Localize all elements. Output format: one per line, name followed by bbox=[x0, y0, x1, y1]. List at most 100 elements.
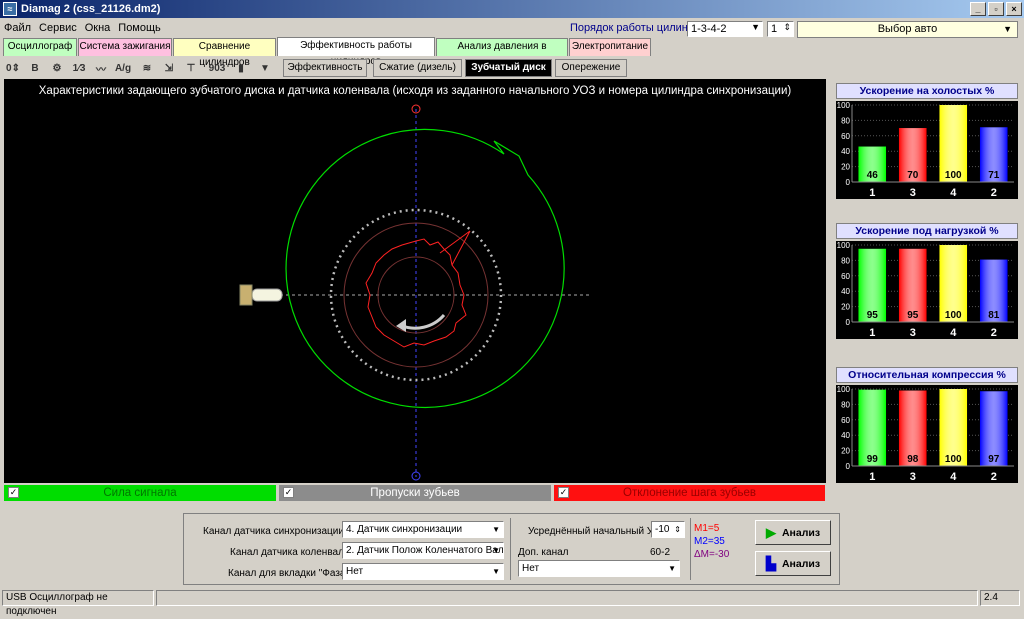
checkbox-missing-teeth[interactable]: ✓ bbox=[283, 487, 294, 498]
x-tick-label: 3 bbox=[910, 187, 916, 199]
scope-area[interactable]: Характеристики задающего зубчатого диска… bbox=[4, 79, 826, 483]
divider bbox=[690, 518, 691, 580]
side-chart-load: Ускорение под нагрузкой % 0 20 40 60 80 100 95… bbox=[834, 221, 1020, 355]
tab-oscilloscope[interactable]: Осциллограф bbox=[3, 38, 77, 56]
tab-cylinder-efficiency[interactable]: Эффективность работы цилиндров bbox=[277, 37, 435, 67]
subtab-advance[interactable]: Опережение bbox=[555, 59, 627, 77]
app-icon: ≈ bbox=[3, 2, 17, 16]
x-tick-label: 4 bbox=[950, 327, 957, 339]
crank-channel-select[interactable]: 2. Датчик Полож Коленчатого Вал ▼ bbox=[342, 542, 504, 559]
bar-value-label: 97 bbox=[988, 454, 1000, 465]
chevron-down-icon: ▼ bbox=[1003, 24, 1012, 34]
y-tick-label: 40 bbox=[841, 431, 850, 440]
analyze-chart-button[interactable]: ▙ Анализ bbox=[755, 551, 831, 576]
checkbox-tooth-deviation[interactable]: ✓ bbox=[558, 487, 569, 498]
minimize-button[interactable]: _ bbox=[970, 2, 986, 16]
tab-pressure-analysis[interactable]: Анализ давления в цилиндре bbox=[436, 38, 568, 68]
signal-icon[interactable]: ≋ bbox=[138, 59, 156, 77]
menu-help[interactable]: Помощь bbox=[118, 22, 161, 34]
legend-missing-teeth[interactable]: ✓ Пропуски зубьев bbox=[279, 485, 551, 501]
close-button[interactable]: × bbox=[1006, 2, 1022, 16]
y-tick-label: 80 bbox=[841, 400, 850, 409]
fraction-icon[interactable]: A/g bbox=[114, 59, 132, 77]
menu-windows[interactable]: Окна bbox=[85, 22, 111, 34]
y-tick-label: 80 bbox=[841, 256, 850, 265]
x-tick-label: 3 bbox=[910, 327, 916, 339]
filter-icon[interactable]: ▼ bbox=[256, 59, 274, 77]
phase-channel-label: Канал для вкладки "Фаза" bbox=[228, 568, 350, 579]
y-tick-label: 100 bbox=[837, 241, 851, 250]
bar-value-label: 98 bbox=[907, 454, 919, 465]
cylinder-order-value: 1-3-4-2 bbox=[691, 23, 727, 35]
sync-channel-label: Канал датчика синхронизации bbox=[203, 526, 344, 537]
y-tick-label: 100 bbox=[837, 101, 851, 110]
subtab-compression[interactable]: Сжатие (дизель) bbox=[373, 59, 462, 77]
zoom-icon[interactable]: 0⇕ bbox=[4, 59, 22, 77]
sync-channel-value: 4. Датчик синхронизации bbox=[346, 524, 463, 535]
sensor-body bbox=[251, 288, 283, 302]
car-select[interactable]: Выбор авто ▼ bbox=[797, 21, 1018, 38]
m1-value: M1=5 bbox=[694, 523, 720, 534]
sync-channel-select[interactable]: 4. Датчик синхронизации ▼ bbox=[342, 521, 504, 538]
bar-value-label: 99 bbox=[867, 454, 879, 465]
status-spacer bbox=[156, 590, 978, 606]
analyze-button[interactable]: ▶ Анализ bbox=[755, 520, 831, 545]
extra-channel-label: Доп. канал bbox=[518, 547, 569, 558]
spinner-icon: ⇕ bbox=[783, 22, 791, 32]
side-chart-title: Ускорение на холостых % bbox=[836, 83, 1018, 99]
tab-cylinder-compare[interactable]: Сравнение цилиндров bbox=[173, 38, 276, 68]
bar-value-label: 95 bbox=[907, 310, 919, 321]
subtab-efficiency[interactable]: Эффективность bbox=[283, 59, 367, 77]
cylinder-order-select[interactable]: 1-3-4-2 ▼ bbox=[687, 21, 763, 37]
divider bbox=[510, 518, 511, 580]
checkbox-signal-strength[interactable]: ✓ bbox=[8, 487, 19, 498]
tab-power-supply[interactable]: Электропитание bbox=[569, 38, 651, 56]
settings-panel: Канал датчика синхронизации 4. Датчик си… bbox=[183, 513, 840, 585]
cylinder-number-spinner[interactable]: 1 ⇕ bbox=[767, 21, 794, 37]
chevron-down-icon: ▼ bbox=[751, 22, 760, 32]
table-icon[interactable]: 1⁄3 bbox=[70, 59, 88, 77]
maximize-button[interactable]: ▫ bbox=[988, 2, 1004, 16]
marker-icon[interactable]: ⊤ bbox=[182, 59, 200, 77]
legend-tooth-deviation[interactable]: ✓ Отклонение шага зубьев bbox=[554, 485, 825, 501]
extra-channel-info: 60-2 bbox=[650, 547, 671, 558]
x-tick-label: 2 bbox=[991, 471, 997, 483]
bold-b-icon[interactable]: B bbox=[26, 59, 44, 77]
play-icon: ▶ bbox=[765, 524, 776, 540]
menu-service[interactable]: Сервис bbox=[39, 22, 77, 34]
y-tick-label: 60 bbox=[841, 272, 850, 281]
car-select-label: Выбор авто bbox=[877, 23, 938, 35]
menu-file[interactable]: Файл bbox=[4, 22, 31, 34]
counter-icon[interactable]: 903 bbox=[208, 59, 226, 77]
uoz-value: -10 bbox=[655, 524, 670, 535]
version-label: 2.4 bbox=[980, 590, 1020, 606]
bar-value-label: 95 bbox=[867, 310, 879, 321]
y-tick-label: 80 bbox=[841, 116, 850, 125]
toolbar: 0⇕ B ⚙ 1⁄3 〰 A/g ≋ ⇲ ⊤ 903 ▮ ▼ bbox=[0, 58, 280, 78]
sensor-nut bbox=[239, 284, 253, 306]
subtab-toothed-disk[interactable]: Зубчатый диск bbox=[465, 59, 552, 77]
scale-icon[interactable]: ⇲ bbox=[160, 59, 178, 77]
chevron-down-icon: ▼ bbox=[492, 546, 500, 555]
bar-chart-icon[interactable]: ▮ bbox=[232, 59, 250, 77]
window-titlebar[interactable]: ≈ Diamag 2 (css_21126.dm2) _ ▫ × bbox=[0, 0, 1024, 18]
y-tick-label: 20 bbox=[841, 447, 850, 456]
compression-chart: 0 20 40 60 80 100 99 1 98 3 100 4 97 2 bbox=[836, 385, 1018, 483]
crank-channel-label: Канал датчика коленвала bbox=[230, 547, 350, 558]
uoz-label: Усреднённый начальный УОЗ bbox=[528, 526, 667, 537]
x-tick-label: 1 bbox=[869, 187, 875, 199]
extra-channel-select[interactable]: Нет ▼ bbox=[518, 560, 680, 577]
y-tick-label: 60 bbox=[841, 416, 850, 425]
phase-channel-select[interactable]: Нет ▼ bbox=[342, 563, 504, 580]
wave-icon[interactable]: 〰 bbox=[92, 59, 110, 77]
bar-value-label: 70 bbox=[907, 170, 919, 181]
chevron-down-icon: ▼ bbox=[492, 525, 500, 534]
legend-signal-strength[interactable]: ✓ Сила сигнала bbox=[4, 485, 276, 501]
status-bar: USB Осциллограф не подключен 2.4 bbox=[0, 589, 1024, 617]
load-accel-chart: 0 20 40 60 80 100 95 1 95 3 100 4 81 2 bbox=[836, 241, 1018, 339]
bar-chart-icon: ▙ bbox=[765, 555, 776, 571]
rpm-icon[interactable]: ⚙ bbox=[48, 59, 66, 77]
tab-ignition[interactable]: Система зажигания bbox=[78, 38, 172, 56]
bar-value-label: 46 bbox=[867, 170, 879, 181]
uoz-spinner[interactable]: -10 ⇕ bbox=[651, 521, 685, 538]
